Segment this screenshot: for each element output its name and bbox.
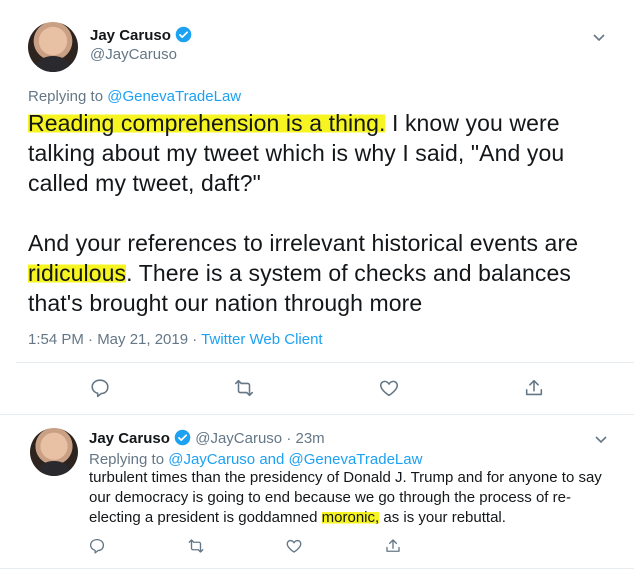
replying-to-link[interactable]: @JayCaruso (168, 451, 255, 468)
reply-icon[interactable] (88, 537, 106, 555)
author-handle[interactable]: @JayCaruso (195, 430, 282, 447)
client-link[interactable]: Twitter Web Client (201, 331, 322, 348)
highlighted-text: Reading comprehension is a thing. (28, 110, 386, 136)
reply-tweet-text: turbulent times than the presidency of D… (89, 469, 602, 526)
author-name[interactable]: Jay Caruso (89, 430, 170, 447)
replying-to-link[interactable]: @GenevaTradeLaw (107, 88, 241, 105)
author-name[interactable]: Jay Caruso (90, 27, 171, 44)
tweet-timestamp: 1:54 PM · May 21, 2019 · Twitter Web Cli… (28, 331, 323, 348)
chevron-down-icon[interactable] (592, 30, 606, 44)
replying-to: Replying to @GenevaTradeLaw (28, 88, 242, 105)
reply-icon[interactable] (89, 377, 111, 399)
tweet-text: Reading comprehension is a thing. I know… (28, 110, 579, 316)
author-block: Jay Caruso (90, 26, 192, 46)
highlighted-text: ridiculous (28, 260, 127, 286)
replying-to-link[interactable]: @GenevaTradeLaw (289, 451, 423, 468)
avatar[interactable] (30, 428, 78, 476)
divider (16, 362, 634, 363)
verified-badge-icon (175, 26, 192, 43)
highlighted-text: moronic, (321, 509, 380, 526)
author-handle[interactable]: @JayCaruso (90, 46, 177, 63)
chevron-down-icon[interactable] (594, 432, 608, 446)
retweet-icon[interactable] (187, 537, 205, 555)
share-icon[interactable] (384, 537, 402, 555)
tweet-time[interactable]: · 23m (286, 430, 324, 447)
avatar[interactable] (28, 22, 78, 72)
retweet-icon[interactable] (233, 377, 255, 399)
replying-to: Replying to @JayCaruso and @GenevaTradeL… (89, 451, 423, 468)
heart-icon[interactable] (285, 537, 303, 555)
divider (0, 568, 634, 569)
divider (0, 414, 634, 415)
heart-icon[interactable] (378, 377, 400, 399)
verified-badge-icon (174, 429, 191, 446)
reply-author-line: Jay Caruso @JayCaruso · 23m (89, 429, 325, 449)
share-icon[interactable] (523, 377, 545, 399)
